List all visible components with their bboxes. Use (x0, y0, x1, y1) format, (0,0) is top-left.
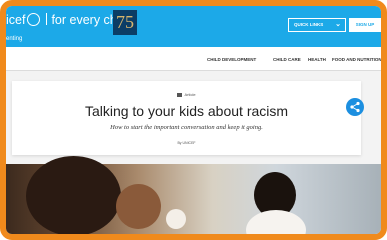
quick-links-label: QUICK LINKS (294, 22, 324, 27)
site-header: icef for every child 75 enting QUICK LINK… (6, 6, 381, 47)
globe-icon (27, 13, 41, 26)
section-title[interactable]: enting (6, 36, 22, 42)
anniversary-badge: 75 (113, 10, 137, 35)
article-title: Talking to your kids about racism (84, 103, 289, 119)
chevron-down-icon: ⌄ (335, 21, 341, 28)
article-author: By UNICEF (177, 141, 196, 145)
sign-up-button[interactable]: SIGN UP (349, 18, 381, 32)
page-frame: icef for every child 75 enting QUICK LINK… (0, 0, 387, 240)
article-icon (177, 92, 183, 97)
hero-photo (6, 156, 381, 234)
photo-figure-left (26, 156, 121, 234)
nav-item-child-development[interactable]: CHILD DEVELOPMENT (207, 57, 256, 62)
photo-highlight (166, 209, 186, 229)
article-kind: Article (12, 92, 361, 97)
article-subtitle: How to start the important conversation … (110, 124, 263, 131)
photo-figure-child-shirt (246, 210, 306, 234)
share-button[interactable] (346, 98, 364, 116)
nav-item-food-and-nutrition[interactable]: FOOD AND NUTRITION (332, 57, 381, 62)
main-nav: CHILD DEVELOPMENT CHILD CARE HEALTH FOOD… (6, 47, 381, 71)
logo-text-start: icef (6, 13, 26, 27)
share-icon (350, 101, 360, 113)
photo-figure-arm (116, 184, 161, 229)
logo-divider (46, 13, 48, 25)
nav-item-health[interactable]: HEALTH (308, 57, 326, 62)
unicef-logo[interactable]: icef for every child (6, 13, 129, 27)
article-header-card: Article Talking to your kids about racis… (12, 81, 361, 155)
quick-links-dropdown[interactable]: QUICK LINKS ⌄ (288, 18, 346, 32)
nav-item-child-care[interactable]: CHILD CARE (273, 57, 301, 62)
article-kind-label: Article (184, 92, 196, 97)
